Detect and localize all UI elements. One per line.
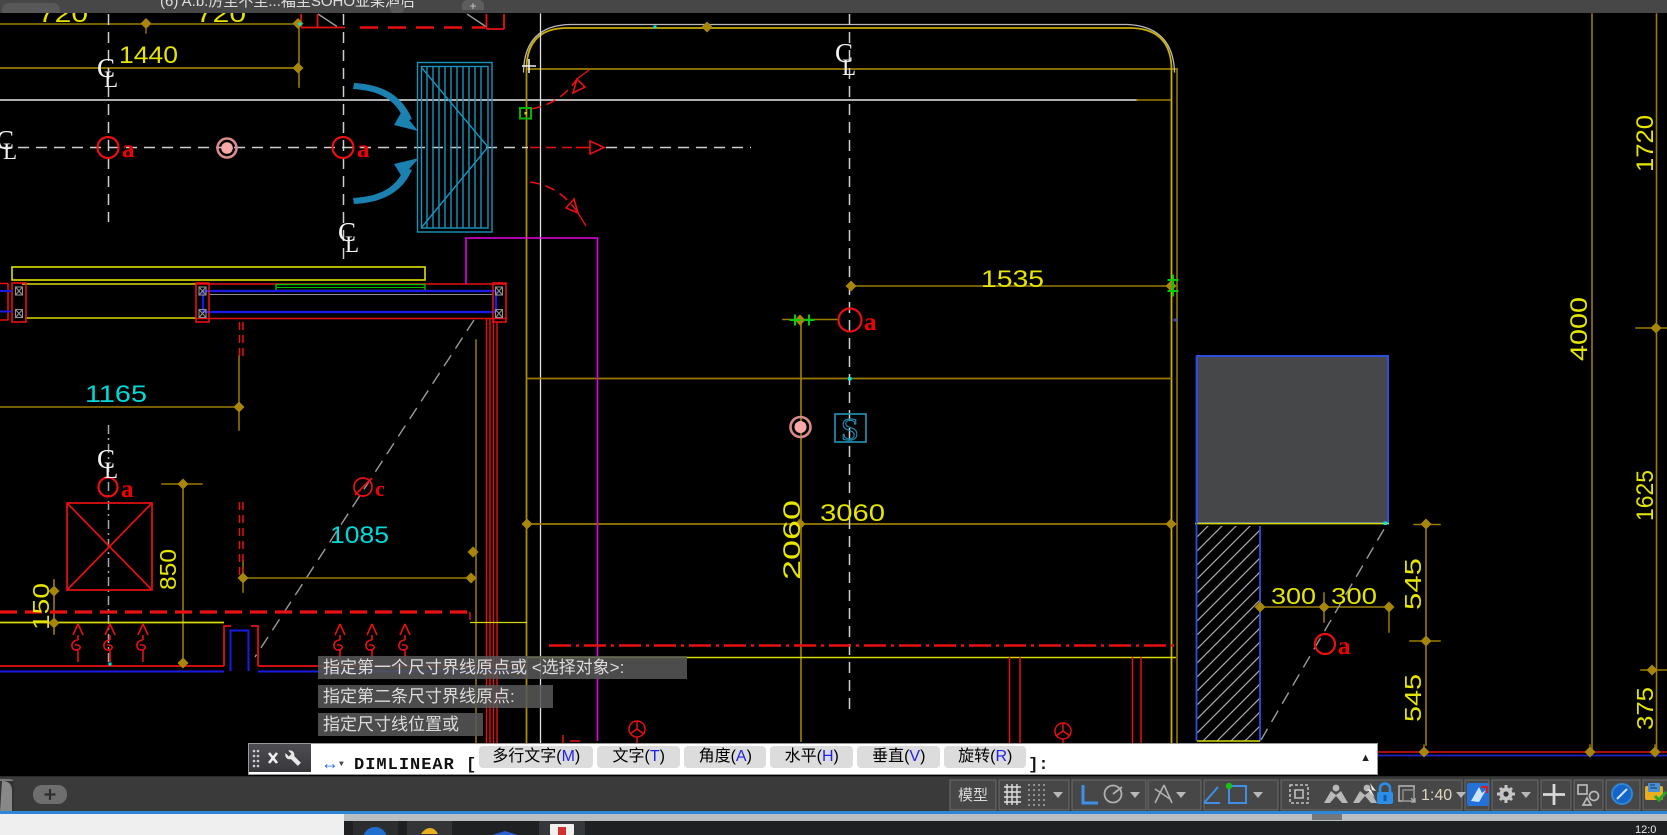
svg-text:L: L	[104, 67, 118, 92]
svg-text:12:0: 12:0	[1635, 824, 1656, 835]
svg-text:L: L	[842, 55, 856, 80]
svg-text:a: a	[1338, 633, 1351, 660]
svg-text:300: 300	[1271, 583, 1316, 609]
svg-text:4000: 4000	[1566, 297, 1593, 361]
svg-text:a: a	[121, 476, 134, 503]
svg-text:1720: 1720	[1632, 115, 1659, 172]
svg-text:545: 545	[1400, 674, 1426, 722]
svg-text:375: 375	[1632, 687, 1658, 730]
svg-text:1:40: 1:40	[1421, 787, 1452, 804]
svg-text:1085: 1085	[330, 522, 389, 549]
svg-text:1625: 1625	[1632, 470, 1659, 521]
svg-text:模型: 模型	[958, 787, 988, 804]
svg-text:L: L	[104, 458, 118, 483]
svg-text:c: c	[375, 476, 385, 501]
svg-text:S: S	[841, 411, 859, 447]
svg-text:545: 545	[1400, 558, 1426, 610]
svg-text:1165: 1165	[85, 381, 147, 408]
svg-text:300: 300	[1331, 583, 1377, 609]
svg-text:a: a	[864, 309, 877, 336]
svg-text:1535: 1535	[981, 266, 1044, 293]
svg-text:3060: 3060	[820, 500, 885, 527]
svg-text:150: 150	[28, 583, 54, 630]
svg-text:L: L	[345, 232, 359, 257]
svg-text:L: L	[3, 139, 17, 164]
svg-text:850: 850	[155, 549, 181, 590]
svg-text:1440: 1440	[119, 42, 178, 69]
svg-text:2060: 2060	[779, 500, 806, 580]
svg-text:a: a	[357, 136, 370, 163]
svg-text:a: a	[122, 136, 135, 163]
